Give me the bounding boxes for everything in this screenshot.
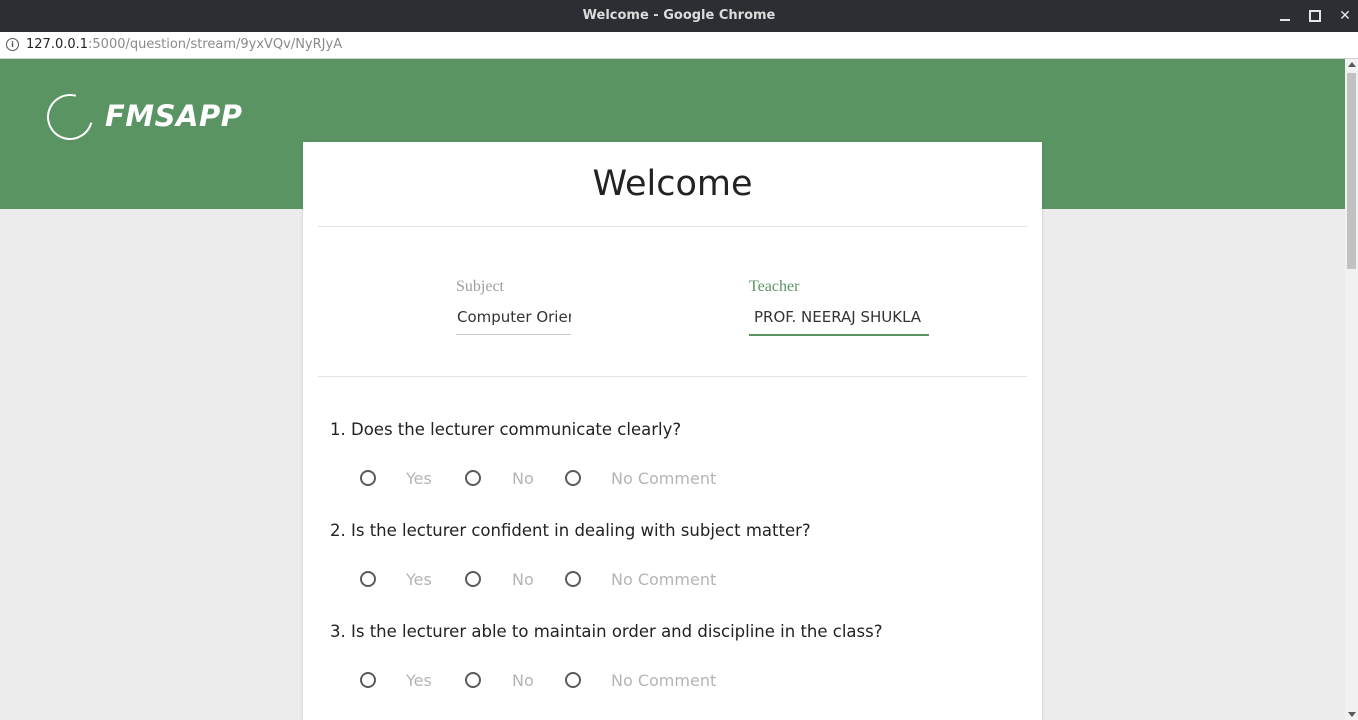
option-no-comment-label[interactable]: No Comment <box>611 469 716 488</box>
teacher-label: Teacher <box>749 278 800 295</box>
url-text[interactable]: 127.0.0.1:5000/question/stream/9yxVQv/Ny… <box>26 37 342 52</box>
answer-options: Yes No No Comment <box>360 469 760 489</box>
title-divider <box>318 226 1027 227</box>
close-button[interactable]: ✕ <box>1335 6 1355 26</box>
page-title: Welcome <box>592 164 753 204</box>
option-yes-label[interactable]: Yes <box>406 671 432 690</box>
subject-input[interactable] <box>456 300 571 335</box>
option-yes-label[interactable]: Yes <box>406 469 432 488</box>
browser-title-bar: Welcome - Google Chrome ✕ <box>0 0 1358 32</box>
option-no-comment-label[interactable]: No Comment <box>611 671 716 690</box>
option-no-label[interactable]: No <box>512 671 534 690</box>
logo-text: FMSAPP <box>105 99 243 133</box>
radio-no[interactable] <box>465 571 481 587</box>
info-icon[interactable]: i <box>6 38 19 51</box>
minimize-button[interactable] <box>1275 6 1295 26</box>
answer-options: Yes No No Comment <box>360 570 760 590</box>
minimize-icon <box>1280 19 1290 21</box>
address-bar[interactable]: i 127.0.0.1:5000/question/stream/9yxVQv/… <box>0 32 1358 59</box>
question-item: 3. Is the lecturer able to maintain orde… <box>330 622 883 690</box>
radio-yes[interactable] <box>360 470 376 486</box>
page-scrollbar[interactable] <box>1345 59 1358 720</box>
question-text: 1. Does the lecturer communicate clearly… <box>330 420 682 439</box>
maximize-icon <box>1309 10 1321 22</box>
option-no-label[interactable]: No <box>512 570 534 589</box>
answer-options: Yes No No Comment <box>360 671 760 691</box>
option-yes-label[interactable]: Yes <box>406 570 432 589</box>
logo-ring-icon <box>38 85 102 149</box>
question-text: 2. Is the lecturer confident in dealing … <box>330 521 811 540</box>
page-viewport: FMSAPP Welcome Subject Teacher 1. Does t… <box>0 59 1345 720</box>
question-item: 1. Does the lecturer communicate clearly… <box>330 420 716 488</box>
radio-no[interactable] <box>465 470 481 486</box>
radio-no-comment[interactable] <box>565 470 581 486</box>
radio-no[interactable] <box>465 672 481 688</box>
teacher-input[interactable] <box>749 300 929 336</box>
scroll-up-arrow-icon[interactable] <box>1348 62 1356 67</box>
question-text: 3. Is the lecturer able to maintain orde… <box>330 622 883 641</box>
scrollbar-thumb[interactable] <box>1347 73 1356 269</box>
subject-label: Subject <box>456 278 504 295</box>
url-path: :5000/question/stream/9yxVQv/NyRJyA <box>88 37 343 52</box>
scroll-down-arrow-icon[interactable] <box>1348 712 1356 717</box>
radio-no-comment[interactable] <box>565 571 581 587</box>
maximize-button[interactable] <box>1305 6 1325 26</box>
option-no-label[interactable]: No <box>512 469 534 488</box>
close-icon: ✕ <box>1339 8 1351 24</box>
radio-yes[interactable] <box>360 571 376 587</box>
feedback-card: Welcome Subject Teacher 1. Does the lect… <box>303 142 1042 720</box>
question-item: 2. Is the lecturer confident in dealing … <box>330 521 811 589</box>
radio-no-comment[interactable] <box>565 672 581 688</box>
url-host: 127.0.0.1 <box>26 37 89 52</box>
window-title: Welcome - Google Chrome <box>582 8 776 23</box>
radio-yes[interactable] <box>360 672 376 688</box>
fields-divider <box>318 376 1027 377</box>
option-no-comment-label[interactable]: No Comment <box>611 570 716 589</box>
